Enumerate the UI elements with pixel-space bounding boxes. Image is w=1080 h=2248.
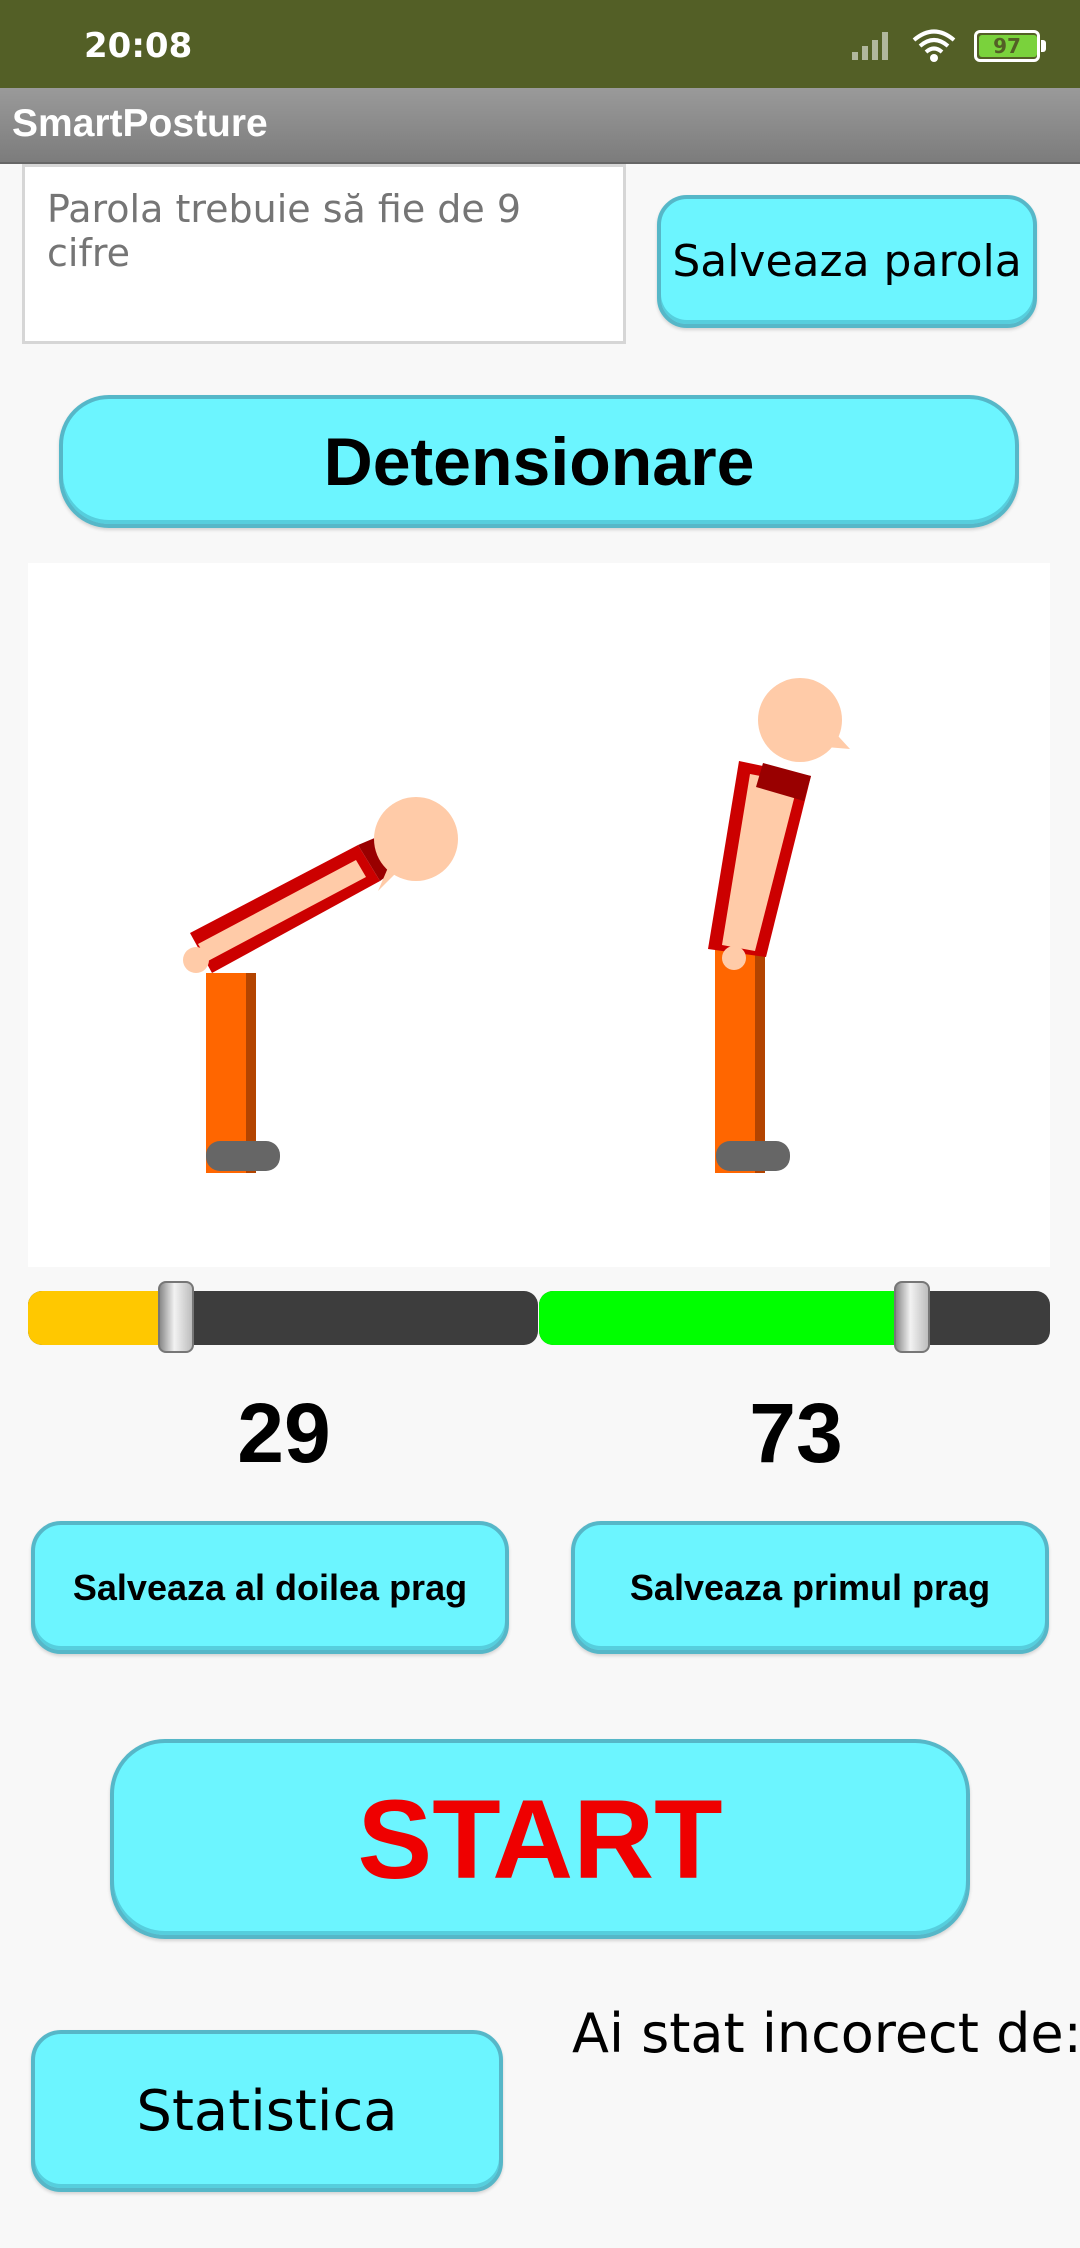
save-second-threshold-label: Salveaza al doilea prag xyxy=(72,1566,468,1608)
save-password-button[interactable]: Salveaza parola xyxy=(657,195,1037,328)
status-bar: 20:08 97 xyxy=(0,0,1080,88)
battery-percent: 97 xyxy=(993,34,1021,58)
start-label: START xyxy=(357,1776,723,1902)
first-threshold-slider-fill xyxy=(539,1291,913,1345)
bent-posture-figure xyxy=(183,797,458,1173)
status-time: 20:08 xyxy=(84,26,193,66)
app-title-bar: SmartPosture xyxy=(0,88,1080,164)
second-threshold-slider-fill xyxy=(28,1291,176,1345)
save-first-threshold-button[interactable]: Salveaza primul prag xyxy=(571,1521,1049,1654)
wifi-icon xyxy=(912,29,956,62)
statistics-button[interactable]: Statistica xyxy=(31,2030,503,2192)
save-second-threshold-button[interactable]: Salveaza al doilea prag xyxy=(31,1521,509,1654)
second-threshold-slider-thumb[interactable] xyxy=(157,1281,194,1353)
save-first-threshold-label: Salveaza primul prag xyxy=(629,1566,991,1608)
second-threshold-value: 29 xyxy=(237,1386,331,1480)
upright-posture-figure xyxy=(708,678,850,1173)
status-icons: 97 xyxy=(850,28,1046,64)
second-threshold-slider[interactable] xyxy=(28,1281,538,1353)
signal-icon xyxy=(852,32,888,60)
save-password-label: Salveaza parola xyxy=(672,236,1022,287)
password-input[interactable] xyxy=(22,164,626,344)
battery-icon: 97 xyxy=(974,30,1046,62)
detensionare-button[interactable]: Detensionare xyxy=(59,395,1019,528)
posture-illustration xyxy=(28,563,1050,1267)
first-threshold-slider[interactable] xyxy=(539,1281,1050,1353)
statistics-label: Statistica xyxy=(136,2078,398,2144)
first-threshold-value: 73 xyxy=(749,1386,843,1480)
incorrect-time-label: Ai stat incorect de: xyxy=(572,2002,1080,2065)
detensionare-label: Detensionare xyxy=(323,423,755,500)
app-title: SmartPosture xyxy=(12,102,268,145)
start-button[interactable]: START xyxy=(110,1739,970,1939)
first-threshold-slider-thumb[interactable] xyxy=(894,1281,931,1353)
